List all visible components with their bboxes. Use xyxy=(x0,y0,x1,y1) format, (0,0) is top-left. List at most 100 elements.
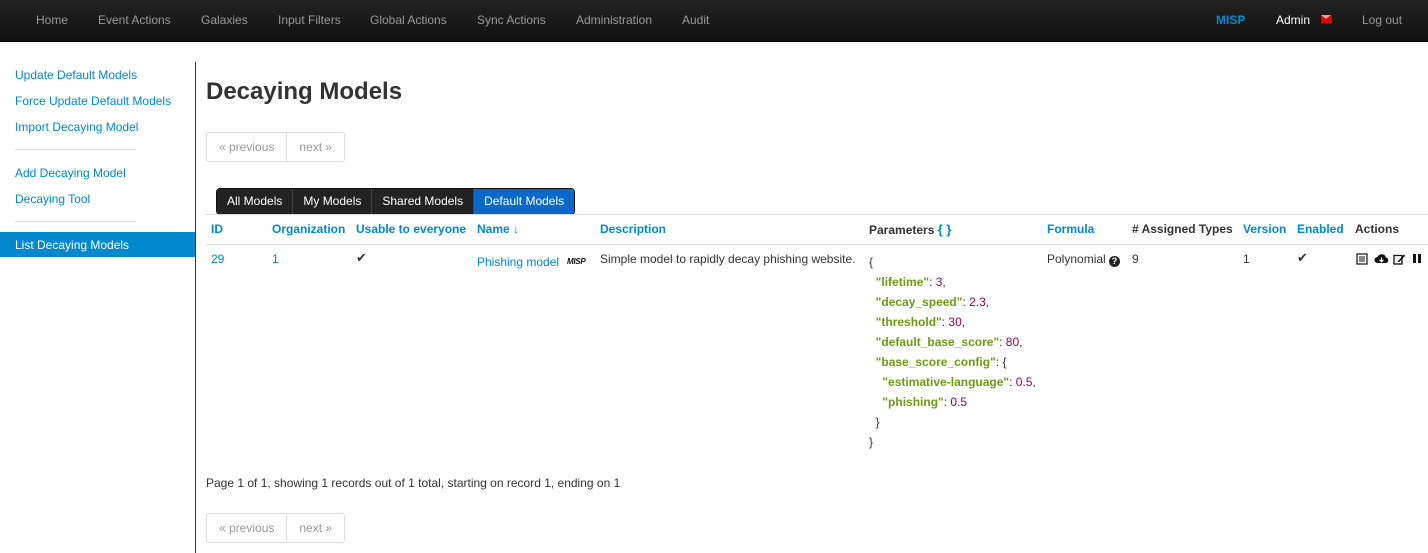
column-header-formula[interactable]: Formula xyxy=(1047,222,1094,236)
parameters-label: Parameters xyxy=(869,223,935,237)
parameter-line: } xyxy=(869,432,1036,452)
nav-global-actions[interactable]: Global Actions xyxy=(370,0,447,41)
cell-name[interactable]: Phishing model xyxy=(477,255,559,269)
table-header-border xyxy=(206,244,1428,245)
user-menu[interactable]: Admin xyxy=(1276,0,1310,41)
parameter-value: 0.5 xyxy=(950,395,968,409)
top-navbar: Home Event Actions Galaxies Input Filter… xyxy=(0,0,1428,42)
column-header-parameters: Parameters { } xyxy=(869,222,951,237)
parameter-value: 80 xyxy=(1005,335,1020,349)
sidebar-item-import-decaying-model[interactable]: Import Decaying Model xyxy=(15,120,138,134)
parameter-key: "threshold" xyxy=(875,315,942,329)
parameter-punctuation: , xyxy=(961,315,966,329)
nav-audit[interactable]: Audit xyxy=(682,0,709,41)
checkmark-icon: ✔ xyxy=(356,250,367,265)
edit-icon[interactable] xyxy=(1393,253,1406,265)
sidebar: Update Default Models Force Update Defau… xyxy=(0,41,195,553)
parameter-line: "phishing": 0.5 xyxy=(882,395,968,409)
parameter-line: "default_base_score": 80, xyxy=(875,335,1023,349)
parameter-punctuation: , xyxy=(1032,375,1036,389)
nav-sync-actions[interactable]: Sync Actions xyxy=(477,0,546,41)
column-header-id[interactable]: ID xyxy=(211,222,223,236)
next-page-button[interactable]: next » xyxy=(286,133,344,161)
parameter-key: "phishing" xyxy=(882,395,944,409)
tab-my-models[interactable]: My Models xyxy=(293,189,373,214)
model-filter-tabs: All Models My Models Shared Models Defau… xyxy=(216,188,576,215)
column-header-description[interactable]: Description xyxy=(600,222,666,236)
sidebar-divider xyxy=(15,149,136,150)
column-header-enabled[interactable]: Enabled xyxy=(1297,222,1344,236)
parameter-brace: } xyxy=(875,415,880,429)
cell-description: Simple model to rapidly decay phishing w… xyxy=(600,252,856,266)
parameter-key: "default_base_score" xyxy=(875,335,1000,349)
previous-page-button[interactable]: « previous xyxy=(207,514,286,542)
checkmark-icon: ✔ xyxy=(1297,250,1308,265)
sidebar-item-decaying-tool[interactable]: Decaying Tool xyxy=(15,192,90,206)
parameter-punctuation: , xyxy=(942,275,946,289)
formula-label: Polynomial xyxy=(1047,252,1106,266)
parameter-brace: { xyxy=(869,255,874,269)
cell-formula: Polynomial ? xyxy=(1047,252,1121,267)
pagination-summary: Page 1 of 1, showing 1 records out of 1 … xyxy=(206,476,621,490)
cell-organization[interactable]: 1 xyxy=(272,252,279,266)
brand-link[interactable]: MISP xyxy=(1216,0,1245,41)
parameter-punctuation: , xyxy=(985,295,990,309)
pagination-top: « previous next » xyxy=(206,132,346,162)
nav-input-filters[interactable]: Input Filters xyxy=(278,0,341,41)
column-header-version[interactable]: Version xyxy=(1243,222,1286,236)
parameter-line: { xyxy=(869,252,1036,272)
page-title: Decaying Models xyxy=(206,78,403,105)
sidebar-item-update-default-models[interactable]: Update Default Models xyxy=(15,68,137,82)
parameter-value: 30 xyxy=(948,315,962,329)
column-header-assigned-types: # Assigned Types xyxy=(1132,222,1233,236)
parameter-line: "threshold": 30, xyxy=(875,315,966,329)
cell-version: 1 xyxy=(1243,252,1250,266)
view-icon[interactable] xyxy=(1356,253,1368,265)
parameter-key: "estimative-language" xyxy=(882,375,1010,389)
braces-icon[interactable]: { } xyxy=(938,222,952,237)
column-header-organization[interactable]: Organization xyxy=(272,222,345,236)
column-header-name[interactable]: Name ↓ xyxy=(477,222,519,236)
nav-galaxies[interactable]: Galaxies xyxy=(201,0,248,41)
sidebar-divider xyxy=(15,221,136,222)
cell-assigned-types: 9 xyxy=(1132,252,1139,266)
parameter-value: 0.5 xyxy=(1015,375,1033,389)
nav-administration[interactable]: Administration xyxy=(576,0,652,41)
parameter-key: "lifetime" xyxy=(875,275,930,289)
export-icon[interactable] xyxy=(1374,253,1389,265)
next-page-button[interactable]: next » xyxy=(286,514,344,542)
cell-id[interactable]: 29 xyxy=(211,252,224,266)
parameter-value: 2.3 xyxy=(969,295,986,309)
parameter-key: "base_score_config" xyxy=(875,355,996,369)
sidebar-item-force-update-default-models[interactable]: Force Update Default Models xyxy=(15,94,171,108)
nav-home[interactable]: Home xyxy=(36,0,68,41)
parameter-brace: } xyxy=(869,435,874,449)
column-header-actions: Actions xyxy=(1355,222,1400,236)
sidebar-item-label: List Decaying Models xyxy=(15,238,130,252)
table-top-border xyxy=(206,214,1428,215)
parameter-line: } xyxy=(869,412,1036,432)
pagination-bottom: « previous next » xyxy=(206,513,346,543)
question-circle-icon[interactable]: ? xyxy=(1109,256,1121,267)
parameter-line: "decay_speed": 2.3, xyxy=(875,295,990,309)
tab-all-models[interactable]: All Models xyxy=(217,189,294,214)
parameter-punctuation: { xyxy=(1002,355,1007,369)
column-header-usable[interactable]: Usable to everyone xyxy=(356,222,466,236)
cell-parameters: { "lifetime": 3, "decay_speed": 2.3, "th… xyxy=(869,252,1036,452)
logout-link[interactable]: Log out xyxy=(1362,0,1402,41)
tab-shared-models[interactable]: Shared Models xyxy=(372,189,475,214)
parameter-line: "estimative-language": 0.5, xyxy=(882,375,1036,389)
pause-icon[interactable] xyxy=(1412,253,1424,265)
nav-event-actions[interactable]: Event Actions xyxy=(98,0,171,41)
parameter-key: "decay_speed" xyxy=(875,295,963,309)
parameter-line: "base_score_config": { xyxy=(875,355,1007,369)
tab-default-models[interactable]: Default Models xyxy=(474,189,575,214)
parameter-line: "lifetime": 3, xyxy=(875,275,946,289)
sidebar-item-add-decaying-model[interactable]: Add Decaying Model xyxy=(15,166,126,180)
parameter-punctuation: , xyxy=(1019,335,1023,349)
sidebar-item-list-decaying-models[interactable]: List Decaying Models xyxy=(0,232,195,257)
misp-logo-icon: MISP xyxy=(567,257,586,266)
sidebar-separator xyxy=(195,62,196,553)
mail-icon[interactable] xyxy=(1321,15,1332,23)
previous-page-button[interactable]: « previous xyxy=(207,133,286,161)
